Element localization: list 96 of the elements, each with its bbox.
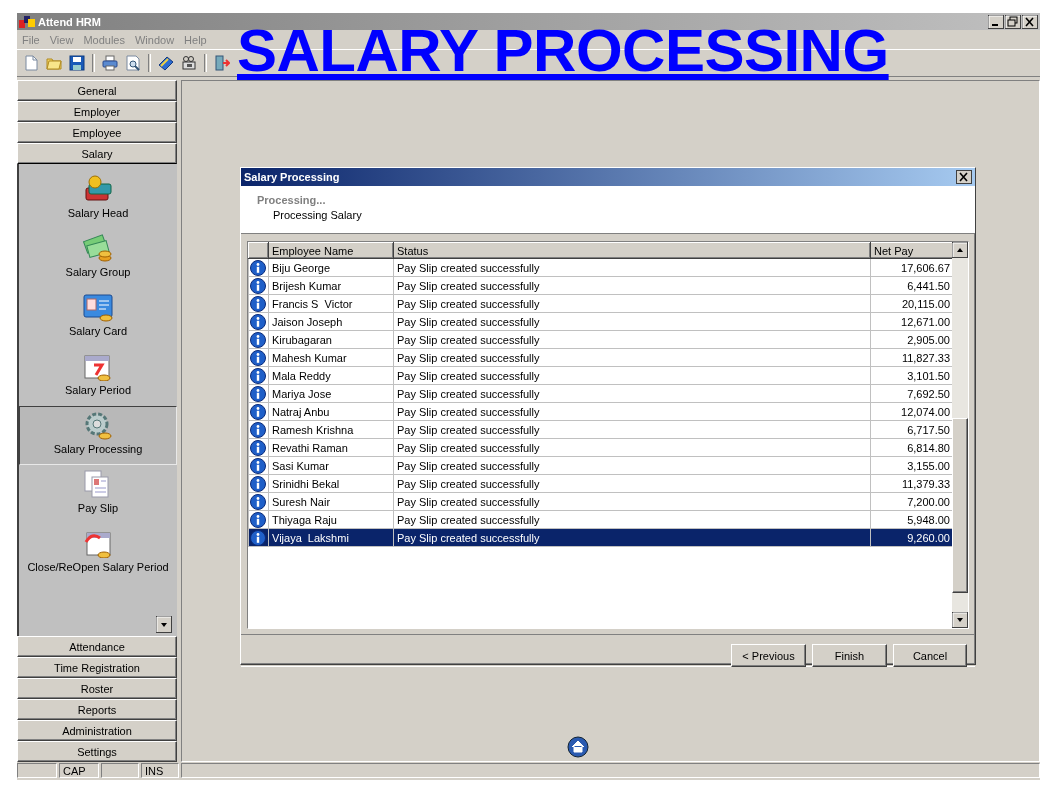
table-cell: Thiyaga Raju (268, 510, 394, 529)
table-cell: Revathi Raman (268, 438, 394, 457)
table-cell: Sasi Kumar (268, 456, 394, 475)
status-subheading: Processing Salary (273, 209, 363, 221)
status-panel: CAP (59, 763, 99, 778)
sidebar-section-button[interactable]: Settings (17, 741, 177, 762)
close-button[interactable] (956, 170, 972, 184)
table-cell: Pay Slip created successfully (393, 474, 871, 493)
status-panel (17, 763, 57, 778)
table-cell: Mala Reddy (268, 366, 394, 385)
info-icon (250, 475, 266, 492)
projector-icon[interactable] (181, 55, 197, 71)
table-cell: Pay Slip created successfully (393, 420, 871, 439)
status-panel: INS (141, 763, 179, 778)
sidebar-section-button[interactable]: Attendance (17, 636, 177, 657)
column-header[interactable]: Status (393, 242, 871, 259)
status-panel (101, 763, 139, 778)
save-icon[interactable] (69, 55, 85, 71)
table-cell: Pay Slip created successfully (393, 438, 871, 457)
status-heading: Processing... (257, 194, 327, 206)
sidebar-item[interactable]: Pay Slip (19, 465, 177, 524)
exit-door-icon[interactable] (214, 55, 230, 71)
table-cell: Srinidhi Bekal (268, 474, 394, 493)
info-icon (250, 493, 266, 510)
info-icon (250, 349, 266, 366)
table-cell: Brijesh Kumar (268, 276, 394, 295)
preview-icon[interactable] (125, 55, 141, 71)
info-icon (250, 403, 266, 420)
sidebar-section-button[interactable]: Time Registration (17, 657, 177, 678)
table-cell: Jaison Joseph (268, 312, 394, 331)
table-cell: Mahesh Kumar (268, 348, 394, 367)
table-cell: Francis S Victor (268, 294, 394, 313)
table-cell: Mariya Jose (268, 384, 394, 403)
column-header[interactable]: Employee Name (268, 242, 394, 259)
info-icon (250, 385, 266, 402)
printer-icon[interactable] (102, 55, 118, 71)
table-cell: Pay Slip created successfully (393, 402, 871, 421)
dialog-title: Salary Processing (244, 171, 340, 183)
sidebar-section-button[interactable]: Salary (17, 143, 177, 164)
table-cell: Pay Slip created successfully (393, 330, 871, 349)
info-icon (250, 439, 266, 456)
sidebar-section-button[interactable]: Reports (17, 699, 177, 720)
info-icon (250, 277, 266, 294)
info-icon (250, 259, 266, 276)
sidebar-section-button[interactable]: Employee (17, 122, 177, 143)
restore-button[interactable] (1005, 14, 1021, 29)
sidebar-item[interactable]: Close/ReOpen Salary Period (19, 524, 177, 583)
table-cell: Ramesh Krishna (268, 420, 394, 439)
table-cell: Pay Slip created successfully (393, 492, 871, 511)
scroll-down-button[interactable] (952, 612, 968, 628)
info-icon (250, 313, 266, 330)
table-cell: Pay Slip created successfully (393, 384, 871, 403)
info-icon (250, 295, 266, 312)
table-cell: Pay Slip created successfully (393, 366, 871, 385)
table-cell: Pay Slip created successfully (393, 348, 871, 367)
info-icon (250, 511, 266, 528)
sidebar-item[interactable]: Salary Group (19, 229, 177, 288)
table-cell: Natraj Anbu (268, 402, 394, 421)
window-title: Attend HRM (38, 15, 102, 28)
scroll-up-button[interactable] (952, 242, 968, 258)
scroll-down-button[interactable] (156, 616, 172, 633)
sidebar-item[interactable]: Salary Period (19, 347, 177, 406)
info-icon (250, 367, 266, 384)
sidebar-section-button[interactable]: Employer (17, 101, 177, 122)
table-cell: Pay Slip created successfully (393, 294, 871, 313)
info-icon (250, 331, 266, 348)
sidebar-section-button[interactable]: Roster (17, 678, 177, 699)
dialog-button[interactable]: Finish (812, 644, 887, 667)
table-cell: Biju George (268, 258, 394, 277)
table-cell: Suresh Nair (268, 492, 394, 511)
table-cell: Pay Slip created successfully (393, 510, 871, 529)
info-icon (250, 421, 266, 438)
home-icon[interactable] (567, 736, 589, 758)
app-logo-icon (19, 15, 35, 28)
dialog-button[interactable]: < Previous (731, 644, 806, 667)
slide-heading: SALARY PROCESSING (237, 19, 889, 83)
dialog-button[interactable]: Cancel (893, 644, 967, 667)
scrollbar-thumb[interactable] (952, 418, 968, 593)
close-button[interactable] (1022, 14, 1038, 29)
sidebar-item[interactable]: Salary Card (19, 288, 177, 347)
table-cell: Pay Slip created successfully (393, 456, 871, 475)
table-cell: Pay Slip created successfully (393, 312, 871, 331)
info-icon (250, 529, 266, 546)
table-cell: Pay Slip created successfully (393, 276, 871, 295)
sidebar-section-button[interactable]: Administration (17, 720, 177, 741)
table-cell: Pay Slip created successfully (393, 258, 871, 277)
minimize-button[interactable] (988, 14, 1004, 29)
table-cell: Kirubagaran (268, 330, 394, 349)
sidebar-section-button[interactable]: General (17, 80, 177, 101)
info-icon (250, 457, 266, 474)
sidebar-item[interactable]: Salary Processing (19, 406, 177, 465)
banknotes-coins-icon (82, 233, 114, 263)
money-stack-icon (82, 174, 114, 204)
column-header[interactable]: Net Pay (870, 242, 952, 259)
sidebar-item[interactable]: Salary Head (19, 170, 177, 229)
id-card-icon (82, 292, 114, 322)
